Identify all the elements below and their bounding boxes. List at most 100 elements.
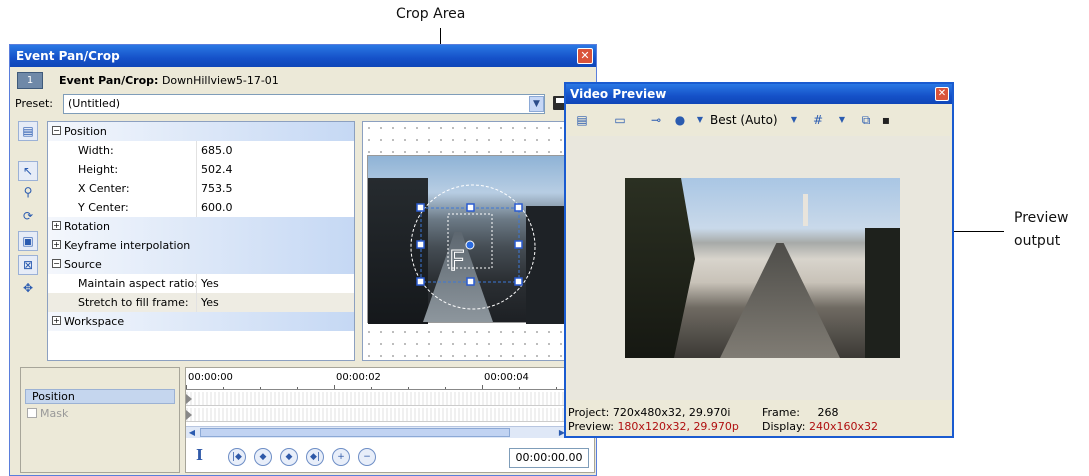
- snap-to-grid-icon[interactable]: ▣: [18, 231, 38, 251]
- scroll-thumb[interactable]: [200, 428, 510, 437]
- track-mask[interactable]: Mask: [27, 407, 68, 420]
- crop-handle[interactable]: [466, 277, 475, 286]
- property-group[interactable]: + Workspace: [48, 312, 354, 331]
- crop-center-handle[interactable]: [465, 240, 475, 250]
- property-divider: [196, 293, 197, 312]
- track-list: Position Mask: [20, 367, 180, 473]
- sync-cursor-icon[interactable]: I: [196, 446, 212, 466]
- crop-frame-letter: F: [449, 244, 465, 277]
- property-group[interactable]: − Position: [48, 122, 354, 141]
- chevron-down-icon[interactable]: ▼: [786, 112, 802, 128]
- property-group[interactable]: + Rotation: [48, 217, 354, 236]
- image-road: [720, 243, 840, 358]
- project-info: Project: 720x480x32, 29.970i: [568, 406, 730, 419]
- property-name: Width:: [78, 144, 114, 157]
- property-row[interactable]: X Center: 753.5: [48, 179, 354, 198]
- property-value[interactable]: 600.0: [201, 201, 233, 214]
- enable-rotation-icon[interactable]: ⟳: [18, 207, 38, 227]
- keyframe-area[interactable]: 00:00:00 00:00:02 00:00:04 ◀ ▶ I |◆ ◆ ◆ …: [185, 367, 595, 473]
- expand-icon[interactable]: +: [52, 316, 61, 325]
- property-row[interactable]: Stretch to fill frame: Yes: [48, 293, 354, 312]
- keyframe-marker[interactable]: [186, 394, 192, 404]
- copy-snapshot-icon[interactable]: ⧉: [858, 112, 874, 128]
- zoom-icon[interactable]: ⚲: [18, 183, 38, 203]
- preview-value: 180x120x32, 29.970p: [617, 420, 739, 433]
- property-row[interactable]: Maintain aspect ratio: Yes: [48, 274, 354, 293]
- ruler-tick: [519, 387, 520, 389]
- first-keyframe-icon[interactable]: |◆: [228, 448, 246, 466]
- normal-edit-tool-icon[interactable]: ↖: [18, 161, 38, 181]
- crop-area-overlay[interactable]: F: [363, 122, 570, 362]
- property-row[interactable]: Y Center: 600.0: [48, 198, 354, 217]
- mask-label: Mask: [40, 407, 69, 420]
- collapse-icon[interactable]: −: [52, 259, 61, 268]
- mask-checkbox[interactable]: [27, 408, 37, 418]
- track-position[interactable]: Position: [25, 389, 175, 404]
- crop-handle[interactable]: [514, 277, 523, 286]
- crop-handle[interactable]: [466, 203, 475, 212]
- frame-value: 268: [817, 406, 839, 419]
- ruler-tick: [556, 387, 557, 389]
- event-label: Event Pan/Crop:: [59, 74, 159, 87]
- close-icon[interactable]: ✕: [935, 87, 949, 101]
- keyframe-timeline: Position Mask 00:00:00 00:00:02 00:00:04: [13, 367, 595, 473]
- save-snapshot-icon[interactable]: ▪: [878, 112, 894, 128]
- property-value[interactable]: 685.0: [201, 144, 233, 157]
- lock-aspect-ratio-icon[interactable]: ⊠: [18, 255, 38, 275]
- image-tower: [803, 194, 808, 226]
- property-group[interactable]: − Source: [48, 255, 354, 274]
- callout-crop-area: Crop Area: [396, 6, 466, 22]
- video-output-fx-icon[interactable]: ▤: [574, 112, 590, 128]
- crop-handle[interactable]: [416, 277, 425, 286]
- expand-icon[interactable]: +: [52, 221, 61, 230]
- preview-quality-dropdown[interactable]: Best (Auto): [710, 113, 778, 127]
- keyframe-marker[interactable]: [186, 410, 192, 420]
- external-monitor-icon[interactable]: ▭: [612, 112, 628, 128]
- scroll-left-icon[interactable]: ◀: [186, 427, 198, 438]
- chevron-down-icon[interactable]: ▼: [529, 96, 544, 112]
- crop-handle[interactable]: [416, 240, 425, 249]
- chevron-down-icon[interactable]: ▼: [692, 112, 708, 128]
- close-icon[interactable]: ✕: [577, 48, 593, 64]
- property-value[interactable]: Yes: [201, 296, 219, 309]
- preview-titlebar[interactable]: Video Preview ✕: [566, 84, 952, 104]
- crop-workspace[interactable]: F: [362, 121, 569, 361]
- pancrop-titlebar[interactable]: Event Pan/Crop ✕: [10, 45, 596, 67]
- crop-handle[interactable]: [514, 240, 523, 249]
- event-number-badge[interactable]: 1: [17, 72, 43, 89]
- position-track[interactable]: [186, 392, 594, 406]
- ruler-tick: [482, 385, 483, 389]
- split-screen-icon[interactable]: ⊸: [648, 112, 664, 128]
- time-label: 00:00:02: [336, 372, 381, 383]
- property-row[interactable]: Height: 502.4: [48, 160, 354, 179]
- project-value: 720x480x32, 29.970i: [612, 406, 731, 419]
- property-value[interactable]: Yes: [201, 277, 219, 290]
- preview-color-icon[interactable]: ●: [672, 112, 688, 128]
- collapse-icon[interactable]: −: [52, 126, 61, 135]
- timeline-scrollbar[interactable]: ◀ ▶ + −: [186, 426, 594, 438]
- time-ruler[interactable]: [186, 384, 594, 390]
- next-keyframe-icon[interactable]: ◆: [280, 448, 298, 466]
- overlays-grid-icon[interactable]: #: [810, 112, 826, 128]
- add-keyframe-icon[interactable]: +: [332, 448, 350, 466]
- preset-select[interactable]: (Untitled): [63, 94, 545, 114]
- crop-handle[interactable]: [416, 203, 425, 212]
- last-keyframe-icon[interactable]: ◆|: [306, 448, 324, 466]
- delete-keyframe-icon[interactable]: −: [358, 448, 376, 466]
- property-value[interactable]: 753.5: [201, 182, 233, 195]
- property-value[interactable]: 502.4: [201, 163, 233, 176]
- mask-track[interactable]: [186, 408, 594, 422]
- preview-title: Video Preview: [570, 87, 667, 101]
- project-label: Project:: [568, 406, 610, 419]
- timecode-display[interactable]: 00:00:00.00: [509, 448, 589, 468]
- property-divider: [196, 274, 197, 293]
- property-divider: [196, 141, 197, 160]
- show-properties-icon[interactable]: ▤: [18, 121, 38, 141]
- chevron-down-icon[interactable]: ▼: [834, 112, 850, 128]
- previous-keyframe-icon[interactable]: ◆: [254, 448, 272, 466]
- property-row[interactable]: Width: 685.0: [48, 141, 354, 160]
- property-group[interactable]: + Keyframe interpolation: [48, 236, 354, 255]
- crop-handle[interactable]: [514, 203, 523, 212]
- expand-icon[interactable]: +: [52, 240, 61, 249]
- move-freely-icon[interactable]: ✥: [18, 279, 38, 299]
